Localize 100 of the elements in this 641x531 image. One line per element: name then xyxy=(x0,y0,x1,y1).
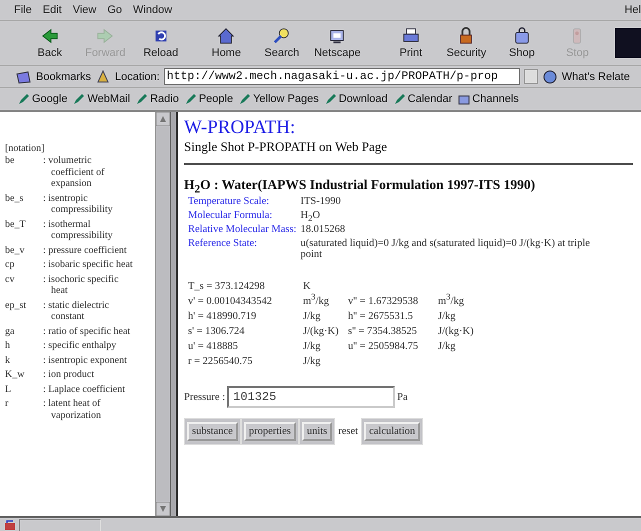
menu-item[interactable]: Hel xyxy=(624,4,641,16)
toolbar-button[interactable]: Netscape xyxy=(310,27,366,59)
result-value: h'' = 2675531.5 xyxy=(347,310,414,323)
scrollbar[interactable] xyxy=(155,112,170,516)
form-button[interactable]: calculation xyxy=(364,422,420,441)
pencil-icon xyxy=(239,93,252,105)
notation-meaning: : isentropic compressibility xyxy=(43,192,114,216)
bookmark-icon xyxy=(16,70,32,84)
result-value: u'' = 2505984.75 xyxy=(347,340,420,353)
page-subtitle: Single Shot P-PROPATH on Web Page xyxy=(184,139,388,155)
info-value: H$_{2}$O xyxy=(300,210,322,221)
menu-item[interactable]: Window xyxy=(133,4,172,16)
page-title: W-PROPATH: xyxy=(184,118,296,138)
pressure-field[interactable]: 101325 xyxy=(227,386,396,408)
toolbar-button[interactable]: Back xyxy=(22,27,78,59)
bookmark-link[interactable]: Radio xyxy=(136,93,179,105)
result-value: v'' = 1.67329538 xyxy=(347,295,420,308)
result-unit: J/kg xyxy=(437,340,457,353)
notation-symbol: be_v xyxy=(5,244,26,256)
info-label: Temperature Scale: xyxy=(188,196,270,207)
result-unit: J/kg xyxy=(437,310,457,323)
location-label: Location: xyxy=(115,70,160,82)
dropdown-button[interactable] xyxy=(524,69,538,84)
notation-meaning: : specific enthalpy xyxy=(43,340,118,352)
home-icon xyxy=(217,27,236,45)
result-value: T_s = 373.124298 xyxy=(187,280,266,293)
bookmark-link[interactable]: Channels xyxy=(458,93,519,105)
result-value: s'' = 7354.38525 xyxy=(347,325,418,338)
bookmark-link[interactable]: Google xyxy=(18,93,68,105)
toolbar-button[interactable]: Print xyxy=(383,27,439,59)
bookmark-link[interactable]: Calendar xyxy=(394,93,452,105)
result-value: h' = 418990.719 xyxy=(187,310,258,323)
toolbar-button[interactable]: Reload xyxy=(133,27,189,59)
notation-meaning: : isochoric specific heat xyxy=(43,274,120,296)
toolbar-button[interactable]: Search xyxy=(254,27,310,59)
pencil-icon xyxy=(136,93,148,105)
result-value: s' = 1306.724 xyxy=(187,325,246,338)
notation-meaning: : latent heat of vaporization xyxy=(43,398,102,421)
globe-icon xyxy=(542,70,558,84)
logo-icon xyxy=(615,28,641,58)
notation-meaning: : Laplace coefficient xyxy=(43,384,126,395)
frame-border[interactable] xyxy=(170,112,178,516)
substance-heading: H$_{2}$O : Water(IAPWS Industrial Formulation 1997-ITS 1990) xyxy=(184,177,536,193)
pencil-icon xyxy=(18,93,30,105)
notation-meaning: : isobaric specific heat xyxy=(43,259,134,270)
menu-item[interactable]: View xyxy=(72,4,96,16)
notation-symbol: cv xyxy=(5,274,16,286)
result-unit: J/kg xyxy=(302,340,322,353)
notation-meaning: : volumetric coefficient of expansion xyxy=(43,155,106,190)
result-unit: J/(kg·K) xyxy=(302,325,340,338)
pencil-icon xyxy=(73,93,86,105)
result-unit: m$^{3}$/kg xyxy=(437,295,465,308)
bookmarks-button[interactable]: Bookmarks xyxy=(36,70,92,82)
result-unit: J/kg xyxy=(302,355,322,368)
pencil-icon xyxy=(324,93,337,105)
notation-meaning: : ion product xyxy=(43,369,96,380)
related-button[interactable]: What's Relate xyxy=(562,70,630,82)
form-button[interactable]: properties xyxy=(244,422,296,441)
form-button[interactable]: units xyxy=(302,422,332,441)
info-value: u(saturated liquid)=0 J/kg and s(saturated liquid)=0 J/(kg·K) at triple point xyxy=(300,238,591,260)
info-value: ITS-1990 xyxy=(300,196,342,207)
info-label: Molecular Formula: xyxy=(188,210,274,221)
result-unit: J/(kg·K) xyxy=(437,325,475,338)
info-label: Reference State: xyxy=(188,238,258,251)
notation-symbol: be_s xyxy=(5,192,24,206)
notation-symbol: be_T xyxy=(5,218,27,232)
menu-item[interactable]: Edit xyxy=(42,4,62,16)
shopping-bag-icon xyxy=(512,27,531,45)
notation-symbol: k xyxy=(5,354,11,366)
bookmark-link[interactable]: Yellow Pages xyxy=(239,93,319,105)
url-field[interactable]: http://www2.mech.nagasaki-u.ac.jp/PROPATH/p-prop xyxy=(164,68,520,85)
notation-symbol: ep_st xyxy=(5,300,28,312)
pencil-icon xyxy=(394,93,406,105)
result-unit: J/kg xyxy=(302,310,322,323)
bookmark-link[interactable]: Download xyxy=(324,93,388,105)
bookmark-link[interactable]: WebMail xyxy=(73,93,130,105)
security-icon xyxy=(4,519,16,531)
forward-arrow-icon xyxy=(96,27,114,45)
toolbar-button[interactable]: Home xyxy=(198,27,254,59)
pencil-icon xyxy=(184,93,197,105)
notation-meaning: : static dielectric constant xyxy=(43,300,110,322)
notation-title: [notation] xyxy=(5,143,46,154)
scroll-down-icon xyxy=(156,502,170,516)
notation-symbol: L xyxy=(5,384,12,395)
notation-meaning: : isothermal compressibility xyxy=(43,218,114,242)
toolbar-button[interactable]: Shop xyxy=(494,27,550,59)
notation-meaning: : isentropic exponent xyxy=(43,354,128,366)
monitor-icon xyxy=(328,27,346,45)
result-unit: K xyxy=(302,280,312,293)
result-value: u' = 418885 xyxy=(187,340,239,353)
notation-symbol: r xyxy=(5,398,10,411)
menu-item[interactable]: Go xyxy=(107,4,122,16)
result-unit: m$^{3}$/kg xyxy=(302,295,330,308)
notation-symbol: ga xyxy=(5,326,16,337)
search-icon xyxy=(272,27,291,45)
menu-item[interactable]: File xyxy=(14,4,32,16)
form-button[interactable]: substance xyxy=(187,422,238,441)
toolbar-button[interactable]: Security xyxy=(438,27,494,59)
printer-icon xyxy=(402,27,420,45)
bookmark-link[interactable]: People xyxy=(184,93,234,105)
